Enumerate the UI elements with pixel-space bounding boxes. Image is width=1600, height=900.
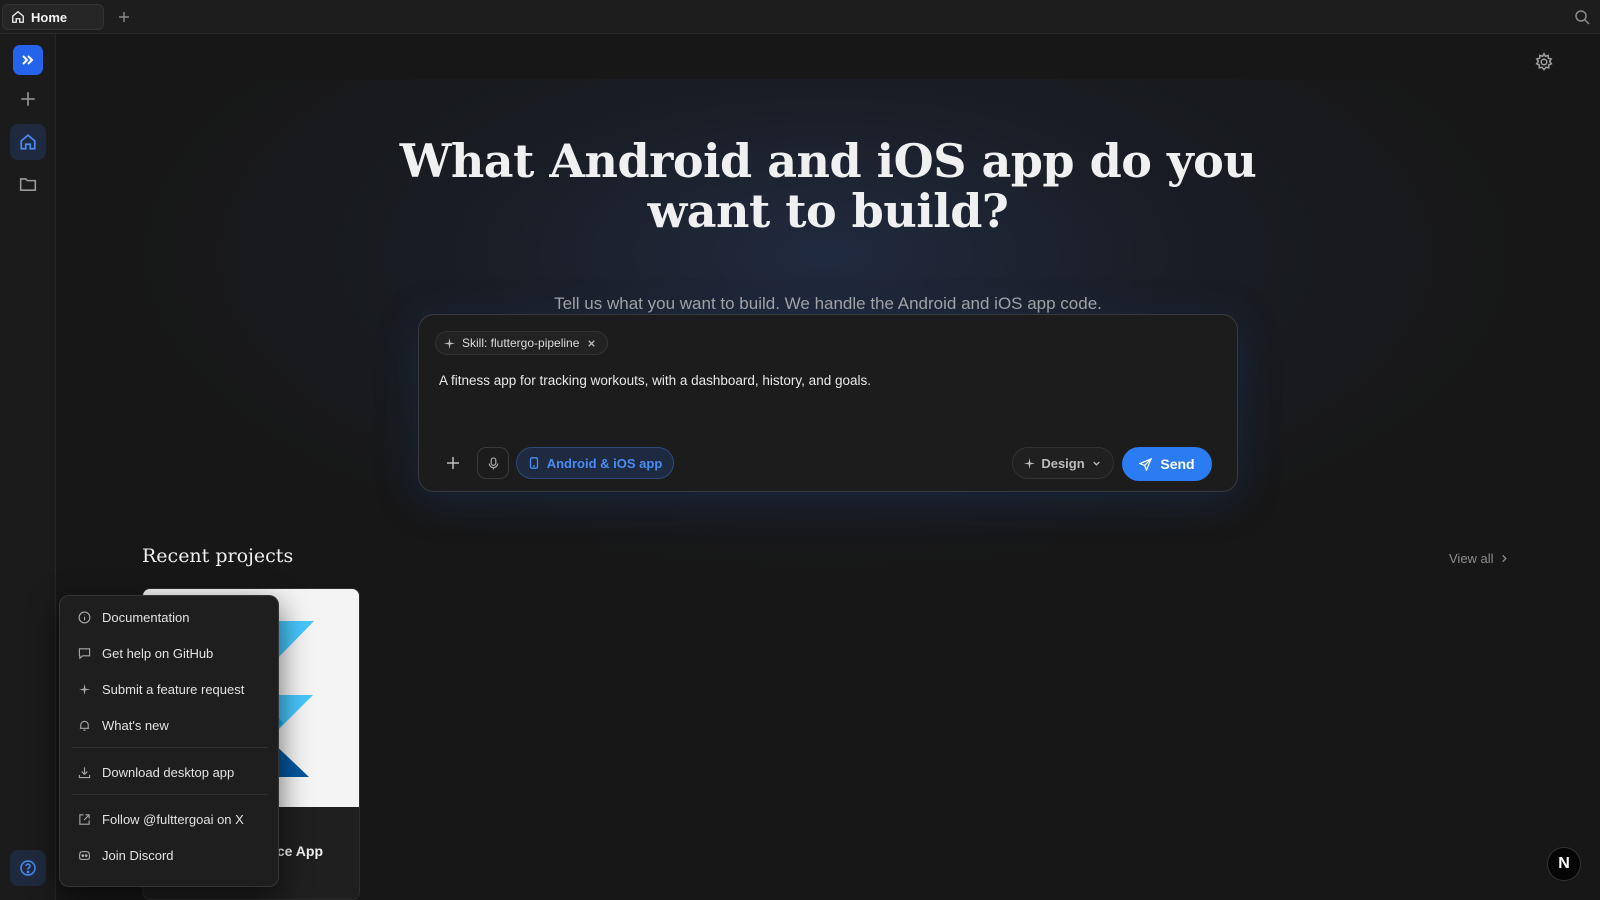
send-button[interactable]: Send <box>1122 447 1212 481</box>
folder-icon <box>19 178 37 191</box>
plus-icon <box>21 92 35 106</box>
external-link-icon <box>79 813 90 825</box>
send-icon <box>1139 457 1153 471</box>
menu-item-label: Join Discord <box>102 847 174 863</box>
search-icon[interactable] <box>1574 9 1590 25</box>
menu-item-download-desktop[interactable]: Download desktop app <box>66 757 272 787</box>
page-title-line-1: What Android and iOS app do you <box>399 134 1257 188</box>
page-title-line-2: want to build? <box>647 184 1009 238</box>
sparkle-icon <box>78 683 91 695</box>
voice-input-button[interactable] <box>477 447 509 479</box>
send-button-label: Send <box>1160 456 1195 472</box>
plus-icon <box>119 12 129 22</box>
help-circle-icon <box>20 860 36 876</box>
help-menu: Documentation Get help on GitHub Submit … <box>59 595 279 887</box>
menu-divider <box>72 794 268 795</box>
menu-item-join-discord[interactable]: Join Discord <box>66 840 272 870</box>
main-content: What Android and iOS app do you want to … <box>56 34 1600 900</box>
view-all-link[interactable]: View all <box>1449 551 1509 566</box>
platform-selector[interactable]: Android & iOS app <box>516 447 674 479</box>
tab-bar: Home <box>0 0 1600 34</box>
menu-item-label: Submit a feature request <box>102 681 245 697</box>
menu-item-label: Get help on GitHub <box>102 645 214 661</box>
home-icon <box>20 134 36 150</box>
page-subtitle: Tell us what you want to build. We handl… <box>554 294 1102 313</box>
page-title: What Android and iOS app do you want to … <box>56 136 1600 236</box>
plus-icon <box>447 457 459 469</box>
discord-icon <box>78 850 91 860</box>
menu-item-whats-new[interactable]: What's new <box>66 710 272 740</box>
chat-icon <box>78 647 91 659</box>
tab-home-label: Home <box>31 9 68 25</box>
mode-dropdown[interactable]: Design <box>1012 447 1114 479</box>
help-button[interactable] <box>10 850 46 886</box>
menu-item-label: Download desktop app <box>102 764 235 780</box>
mobile-device-icon <box>529 457 538 469</box>
chevron-right-icon <box>1501 554 1507 563</box>
gear-icon[interactable] <box>1534 52 1554 72</box>
attach-button[interactable] <box>439 449 467 477</box>
double-chevron-right-icon <box>22 55 34 65</box>
prompt-input[interactable]: A fitness app for tracking workouts, wit… <box>439 373 871 388</box>
view-all-label: View all <box>1449 551 1494 566</box>
sidebar-item-home[interactable] <box>10 124 46 160</box>
new-tab-button[interactable] <box>115 8 133 26</box>
menu-item-documentation[interactable]: Documentation <box>66 602 272 632</box>
prompt-composer: Skill: fluttergo-pipeline A fitness app … <box>418 314 1238 492</box>
app-logo-button[interactable] <box>13 45 43 75</box>
mode-dropdown-label: Design <box>1041 455 1085 471</box>
sidebar <box>0 34 56 900</box>
tab-home[interactable]: Home <box>2 4 104 30</box>
menu-item-github-help[interactable]: Get help on GitHub <box>66 638 272 668</box>
platform-selector-label: Android & iOS app <box>546 455 663 471</box>
recent-projects-heading: Recent projects <box>142 545 294 567</box>
sparkle-icon <box>444 337 455 349</box>
menu-item-feature-request[interactable]: Submit a feature request <box>66 674 272 704</box>
menu-item-label: Follow @fulttergoai on X <box>102 811 244 827</box>
info-icon <box>78 611 91 623</box>
skill-chip[interactable]: Skill: fluttergo-pipeline <box>435 331 609 355</box>
microphone-icon <box>488 456 498 470</box>
menu-divider <box>72 747 268 748</box>
chevron-down-icon <box>1092 461 1100 466</box>
skill-chip-label: Skill: fluttergo-pipeline <box>462 336 580 350</box>
menu-item-label: What's new <box>102 717 169 733</box>
menu-item-follow-x[interactable]: Follow @fulttergoai on X <box>66 804 272 834</box>
home-icon <box>12 10 24 23</box>
avatar[interactable]: N <box>1547 847 1581 881</box>
close-icon[interactable] <box>586 338 597 349</box>
sidebar-item-projects[interactable] <box>10 166 46 202</box>
sparkle-icon <box>1024 457 1036 469</box>
download-icon <box>78 766 91 778</box>
menu-item-label: Documentation <box>102 609 190 625</box>
bell-icon <box>79 720 90 731</box>
new-project-button[interactable] <box>10 81 46 117</box>
